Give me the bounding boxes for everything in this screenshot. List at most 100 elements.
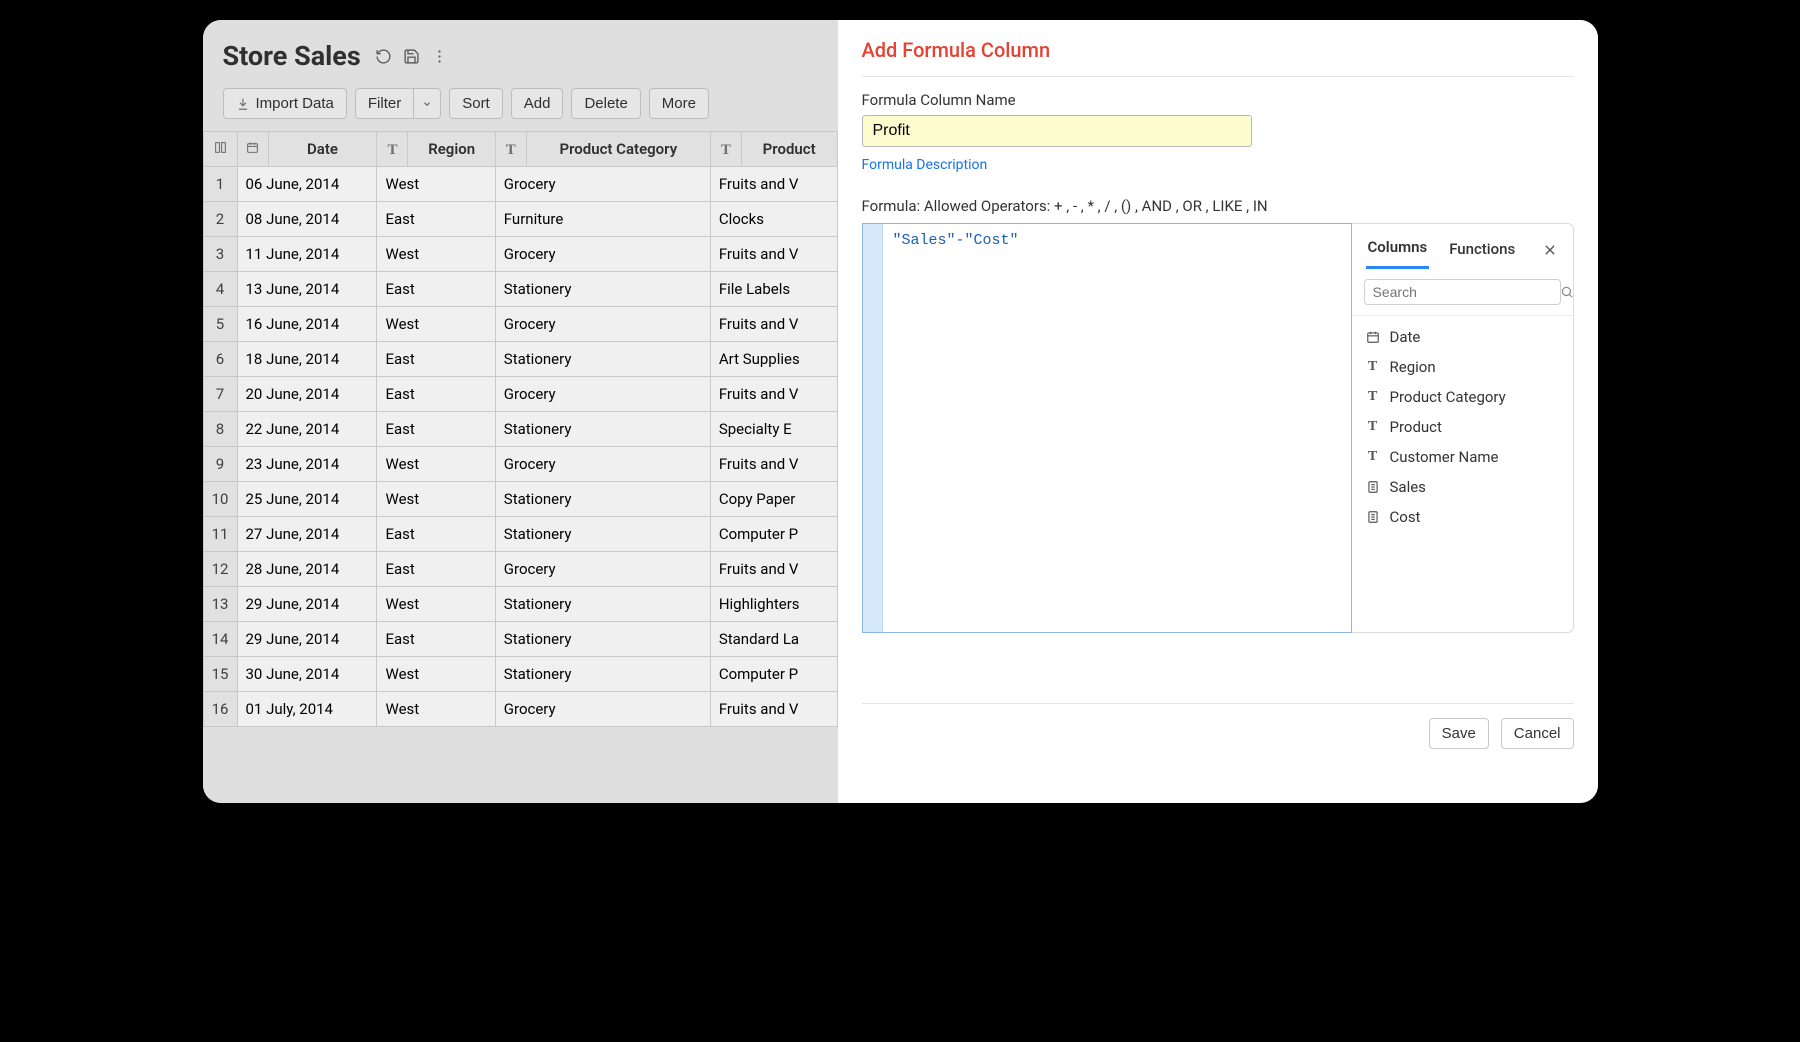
cell-category[interactable]: Grocery: [495, 692, 710, 727]
cell-region[interactable]: East: [377, 622, 495, 657]
cell-category[interactable]: Grocery: [495, 237, 710, 272]
cell-product[interactable]: Highlighters: [710, 587, 837, 622]
table-row[interactable]: 1530 June, 2014WestStationeryComputer P: [203, 657, 837, 692]
filter-dropdown-button[interactable]: [413, 88, 441, 119]
cell-date[interactable]: 06 June, 2014: [237, 167, 377, 202]
more-button[interactable]: More: [649, 88, 709, 119]
th-category[interactable]: Product Category: [526, 132, 710, 167]
th-date[interactable]: Date: [268, 132, 377, 167]
cell-category[interactable]: Grocery: [495, 307, 710, 342]
formula-textarea[interactable]: "Sales"-"Cost": [883, 224, 1351, 632]
available-column-item[interactable]: TProduct: [1352, 412, 1573, 442]
table-row[interactable]: 1601 July, 2014WestGroceryFruits and V: [203, 692, 837, 727]
delete-button[interactable]: Delete: [571, 88, 640, 119]
available-column-item[interactable]: TCustomer Name: [1352, 442, 1573, 472]
table-row[interactable]: 1025 June, 2014WestStationeryCopy Paper: [203, 482, 837, 517]
cell-region[interactable]: East: [377, 202, 495, 237]
cell-category[interactable]: Stationery: [495, 482, 710, 517]
sort-button[interactable]: Sort: [449, 88, 503, 119]
cell-date[interactable]: 16 June, 2014: [237, 307, 377, 342]
cell-date[interactable]: 29 June, 2014: [237, 587, 377, 622]
cell-category[interactable]: Stationery: [495, 517, 710, 552]
th-product[interactable]: Product: [741, 132, 837, 167]
cell-category[interactable]: Stationery: [495, 342, 710, 377]
table-row[interactable]: 106 June, 2014WestGroceryFruits and V: [203, 167, 837, 202]
cell-category[interactable]: Grocery: [495, 377, 710, 412]
cell-category[interactable]: Stationery: [495, 272, 710, 307]
cell-date[interactable]: 08 June, 2014: [237, 202, 377, 237]
table-row[interactable]: 1429 June, 2014EastStationeryStandard La: [203, 622, 837, 657]
available-column-item[interactable]: TProduct Category: [1352, 382, 1573, 412]
cancel-button[interactable]: Cancel: [1501, 718, 1574, 749]
cell-product[interactable]: Computer P: [710, 657, 837, 692]
table-row[interactable]: 720 June, 2014EastGroceryFruits and V: [203, 377, 837, 412]
table-row[interactable]: 1127 June, 2014EastStationeryComputer P: [203, 517, 837, 552]
cell-region[interactable]: East: [377, 517, 495, 552]
cell-region[interactable]: West: [377, 587, 495, 622]
cell-category[interactable]: Stationery: [495, 587, 710, 622]
formula-name-input[interactable]: [862, 115, 1252, 147]
cell-product[interactable]: Fruits and V: [710, 377, 837, 412]
table-row[interactable]: 1329 June, 2014WestStationeryHighlighter…: [203, 587, 837, 622]
more-vertical-icon[interactable]: [431, 47, 449, 65]
cell-date[interactable]: 18 June, 2014: [237, 342, 377, 377]
cell-category[interactable]: Stationery: [495, 622, 710, 657]
tab-columns[interactable]: Columns: [1366, 234, 1430, 269]
available-column-item[interactable]: Sales: [1352, 472, 1573, 502]
cell-product[interactable]: Specialty E: [710, 412, 837, 447]
cell-region[interactable]: West: [377, 692, 495, 727]
cell-product[interactable]: Computer P: [710, 517, 837, 552]
cell-date[interactable]: 30 June, 2014: [237, 657, 377, 692]
cell-product[interactable]: File Labels: [710, 272, 837, 307]
close-icon[interactable]: [1541, 241, 1559, 262]
cell-region[interactable]: West: [377, 482, 495, 517]
cell-product[interactable]: Art Supplies: [710, 342, 837, 377]
table-row[interactable]: 1228 June, 2014EastGroceryFruits and V: [203, 552, 837, 587]
cell-product[interactable]: Fruits and V: [710, 307, 837, 342]
formula-description-link[interactable]: Formula Description: [862, 157, 1574, 173]
column-search-input[interactable]: [1373, 284, 1554, 300]
cell-region[interactable]: East: [377, 552, 495, 587]
cell-product[interactable]: Copy Paper: [710, 482, 837, 517]
cell-region[interactable]: West: [377, 657, 495, 692]
table-row[interactable]: 311 June, 2014WestGroceryFruits and V: [203, 237, 837, 272]
cell-date[interactable]: 20 June, 2014: [237, 377, 377, 412]
cell-product[interactable]: Fruits and V: [710, 237, 837, 272]
cell-region[interactable]: East: [377, 342, 495, 377]
available-column-item[interactable]: Cost: [1352, 502, 1573, 532]
cell-product[interactable]: Fruits and V: [710, 447, 837, 482]
cell-date[interactable]: 28 June, 2014: [237, 552, 377, 587]
cell-region[interactable]: East: [377, 272, 495, 307]
table-row[interactable]: 413 June, 2014EastStationeryFile Labels: [203, 272, 837, 307]
formula-editor[interactable]: "Sales"-"Cost": [862, 223, 1352, 633]
available-column-item[interactable]: TRegion: [1352, 352, 1573, 382]
cell-product[interactable]: Clocks: [710, 202, 837, 237]
table-row[interactable]: 923 June, 2014WestGroceryFruits and V: [203, 447, 837, 482]
import-data-button[interactable]: Import Data: [223, 88, 347, 119]
cell-date[interactable]: 22 June, 2014: [237, 412, 377, 447]
cell-date[interactable]: 25 June, 2014: [237, 482, 377, 517]
cell-product[interactable]: Fruits and V: [710, 552, 837, 587]
save-icon[interactable]: [403, 47, 421, 65]
cell-category[interactable]: Grocery: [495, 552, 710, 587]
cell-date[interactable]: 29 June, 2014: [237, 622, 377, 657]
refresh-icon[interactable]: [375, 47, 393, 65]
cell-date[interactable]: 27 June, 2014: [237, 517, 377, 552]
table-row[interactable]: 822 June, 2014EastStationerySpecialty E: [203, 412, 837, 447]
cell-region[interactable]: East: [377, 412, 495, 447]
cell-category[interactable]: Grocery: [495, 167, 710, 202]
cell-product[interactable]: Standard La: [710, 622, 837, 657]
tab-functions[interactable]: Functions: [1447, 236, 1517, 268]
cell-product[interactable]: Fruits and V: [710, 692, 837, 727]
table-row[interactable]: 618 June, 2014EastStationeryArt Supplies: [203, 342, 837, 377]
cell-category[interactable]: Stationery: [495, 657, 710, 692]
cell-region[interactable]: West: [377, 167, 495, 202]
cell-date[interactable]: 23 June, 2014: [237, 447, 377, 482]
cell-category[interactable]: Furniture: [495, 202, 710, 237]
th-region[interactable]: Region: [408, 132, 495, 167]
cell-date[interactable]: 11 June, 2014: [237, 237, 377, 272]
save-button[interactable]: Save: [1429, 718, 1489, 749]
cell-region[interactable]: West: [377, 307, 495, 342]
column-picker-header[interactable]: [203, 132, 237, 167]
data-table[interactable]: Date T Region T Product Category T Produ…: [203, 131, 838, 727]
